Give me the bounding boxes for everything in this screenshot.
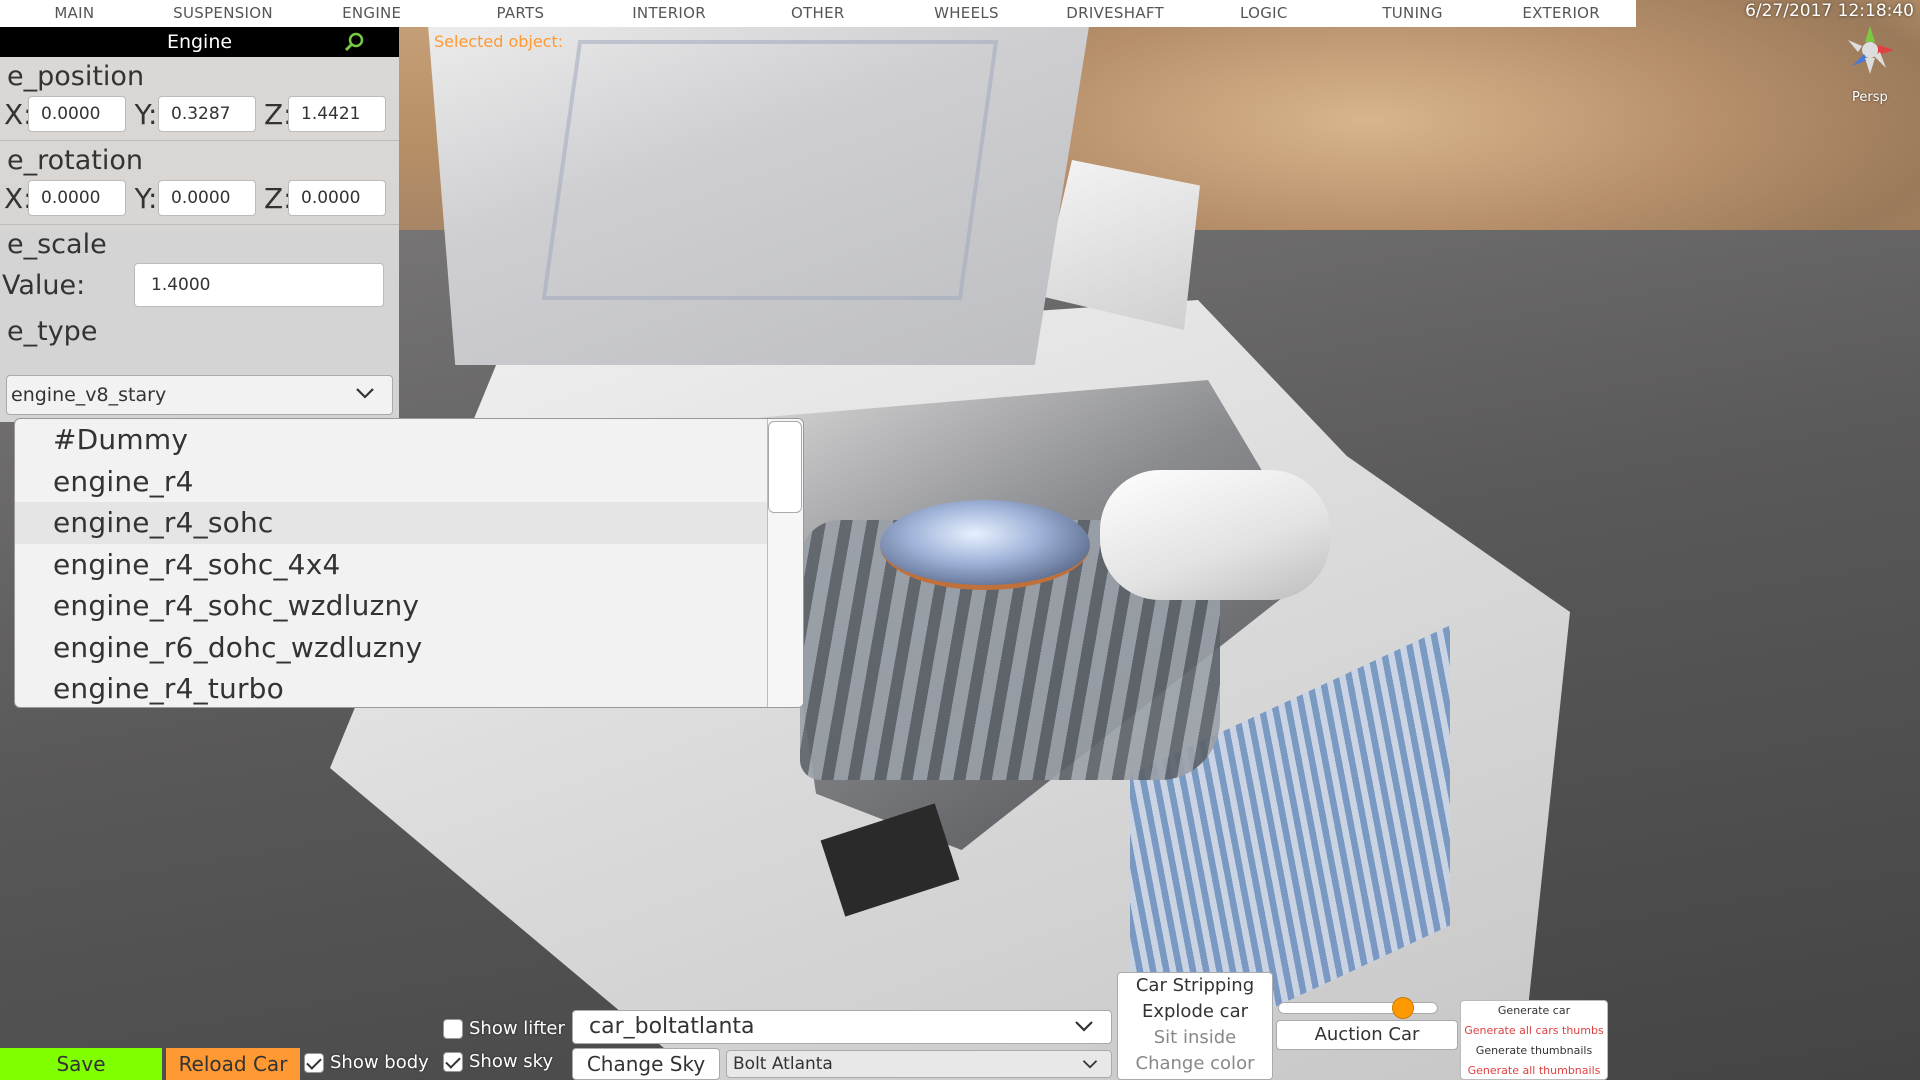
rotation-y-input[interactable]: 0.0000 bbox=[158, 180, 256, 216]
car-selected: car_boltatlanta bbox=[589, 1014, 755, 1039]
auction-slider[interactable] bbox=[1278, 997, 1438, 1019]
dropdown-option[interactable]: engine_r4_sohc_wzdluzny bbox=[15, 585, 803, 627]
dropdown-option[interactable]: engine_r4_sohc bbox=[15, 502, 803, 544]
divider bbox=[0, 224, 399, 225]
position-x-input[interactable]: 0.0000 bbox=[28, 96, 126, 132]
panel-header: Engine bbox=[0, 27, 399, 57]
dropdown-option[interactable]: #Dummy bbox=[15, 419, 803, 461]
rotation-z-label: Z: bbox=[264, 181, 293, 215]
scale-label: e_scale bbox=[7, 229, 107, 260]
view-mode-label[interactable]: Persp bbox=[1852, 90, 1888, 105]
car-stripping-button[interactable]: Car Stripping bbox=[1118, 973, 1272, 999]
change-color-button[interactable]: Change color bbox=[1118, 1051, 1272, 1077]
show-body-label: Show body bbox=[330, 1052, 429, 1073]
position-x-label: X: bbox=[4, 97, 33, 131]
position-row: X: 0.0000 Y: 0.3287 Z: 1.4421 bbox=[0, 92, 399, 136]
show-body-checkbox[interactable] bbox=[304, 1052, 324, 1073]
position-z-label: Z: bbox=[264, 97, 293, 131]
dropdown-option[interactable]: engine_r4_turbo bbox=[15, 668, 803, 707]
axis-gizmo-icon[interactable] bbox=[1842, 22, 1898, 78]
dropdown-scroll-thumb[interactable] bbox=[768, 421, 802, 513]
explode-car-button[interactable]: Explode car bbox=[1118, 999, 1272, 1025]
rotation-x-input[interactable]: 0.0000 bbox=[28, 180, 126, 216]
rotation-row: X: 0.0000 Y: 0.0000 Z: 0.0000 bbox=[0, 176, 399, 220]
tab-logic[interactable]: LOGIC bbox=[1190, 0, 1339, 27]
tab-parts[interactable]: PARTS bbox=[446, 0, 595, 27]
generate-all-cars-thumbs-button[interactable]: Generate all cars thumbs bbox=[1461, 1021, 1607, 1041]
scale-value-label: Value: bbox=[2, 269, 86, 301]
tab-exterior[interactable]: EXTERIOR bbox=[1487, 0, 1636, 27]
tab-engine[interactable]: ENGINE bbox=[297, 0, 446, 27]
divider bbox=[0, 140, 399, 141]
tab-other[interactable]: OTHER bbox=[743, 0, 892, 27]
sit-inside-button[interactable]: Sit inside bbox=[1118, 1025, 1272, 1051]
show-sky-toggle[interactable]: Show sky bbox=[443, 1051, 553, 1072]
dropdown-option[interactable]: engine_r4_sohc_4x4 bbox=[15, 544, 803, 586]
generate-car-button[interactable]: Generate car bbox=[1461, 1001, 1607, 1021]
panel-title: Engine bbox=[166, 31, 233, 53]
air-cleaner bbox=[880, 500, 1090, 590]
engine-panel: Engine e_position X: 0.0000 Y: 0.3287 Z:… bbox=[0, 27, 399, 422]
show-lifter-label: Show lifter bbox=[469, 1018, 565, 1039]
scale-value-input[interactable]: 1.4000 bbox=[134, 263, 384, 307]
show-lifter-checkbox[interactable] bbox=[443, 1018, 463, 1039]
position-y-label: Y: bbox=[134, 97, 158, 131]
show-sky-label: Show sky bbox=[469, 1051, 554, 1072]
engine-type-selected: engine_v8_stary bbox=[11, 384, 167, 406]
tab-driveshaft[interactable]: DRIVESHAFT bbox=[1041, 0, 1190, 27]
chevron-down-icon bbox=[1075, 1021, 1093, 1032]
position-label: e_position bbox=[7, 61, 145, 92]
chevron-down-icon bbox=[356, 388, 374, 399]
slider-fill bbox=[1279, 1003, 1411, 1013]
dropdown-scrollbar[interactable] bbox=[767, 419, 803, 707]
reload-car-button[interactable]: Reload Car bbox=[166, 1048, 300, 1080]
rotation-label: e_rotation bbox=[7, 145, 143, 176]
rotation-z-input[interactable]: 0.0000 bbox=[288, 180, 386, 216]
generate-panel: Generate car Generate all cars thumbs Ge… bbox=[1460, 1000, 1608, 1080]
dropdown-option[interactable]: engine_r4 bbox=[15, 461, 803, 503]
tab-main[interactable]: MAIN bbox=[0, 0, 149, 27]
rotation-x-label: X: bbox=[4, 181, 33, 215]
tab-tuning[interactable]: TUNING bbox=[1338, 0, 1487, 27]
generate-thumbnails-button[interactable]: Generate thumbnails bbox=[1461, 1041, 1607, 1061]
hood-rib bbox=[541, 40, 999, 300]
position-y-input[interactable]: 0.3287 bbox=[158, 96, 256, 132]
engine-type-dropdown: #Dummy engine_r4 engine_r4_sohc engine_r4_s… bbox=[14, 418, 804, 708]
search-icon[interactable] bbox=[343, 31, 365, 53]
coolant-reservoir bbox=[1100, 470, 1330, 600]
show-sky-checkbox[interactable] bbox=[443, 1051, 463, 1072]
show-lifter-toggle[interactable]: Show lifter bbox=[443, 1018, 565, 1039]
auction-car-button[interactable]: Auction Car bbox=[1276, 1020, 1458, 1050]
chevron-down-icon bbox=[1082, 1060, 1098, 1069]
engine-type-select[interactable]: engine_v8_stary bbox=[6, 375, 393, 415]
scale-row: Value: 1.4000 bbox=[0, 260, 399, 310]
tab-suspension[interactable]: SUSPENSION bbox=[149, 0, 298, 27]
slider-knob[interactable] bbox=[1392, 997, 1415, 1019]
selected-object-label: Selected object: bbox=[434, 32, 564, 51]
show-body-toggle[interactable]: Show body bbox=[304, 1052, 429, 1073]
dropdown-option[interactable]: engine_r6_dohc_wzdluzny bbox=[15, 627, 803, 669]
generate-all-thumbnails-button[interactable]: Generate all thumbnails bbox=[1461, 1061, 1607, 1080]
rotation-y-label: Y: bbox=[134, 181, 158, 215]
type-label: e_type bbox=[7, 316, 98, 347]
tab-wheels[interactable]: WHEELS bbox=[892, 0, 1041, 27]
datetime-readout: 6/27/2017 12:18:40 bbox=[1745, 1, 1914, 21]
position-z-input[interactable]: 1.4421 bbox=[288, 96, 386, 132]
tab-interior[interactable]: INTERIOR bbox=[595, 0, 744, 27]
sky-selected: Bolt Atlanta bbox=[733, 1054, 833, 1074]
car-select[interactable]: car_boltatlanta bbox=[572, 1010, 1112, 1044]
top-menu: MAIN SUSPENSION ENGINE PARTS INTERIOR OTHER WH… bbox=[0, 0, 1636, 27]
sky-select[interactable]: Bolt Atlanta bbox=[726, 1050, 1112, 1078]
save-button[interactable]: Save bbox=[0, 1048, 162, 1080]
change-sky-button[interactable]: Change Sky bbox=[572, 1048, 720, 1080]
car-actions-menu: Car Stripping Explode car Sit inside Cha… bbox=[1117, 972, 1273, 1080]
